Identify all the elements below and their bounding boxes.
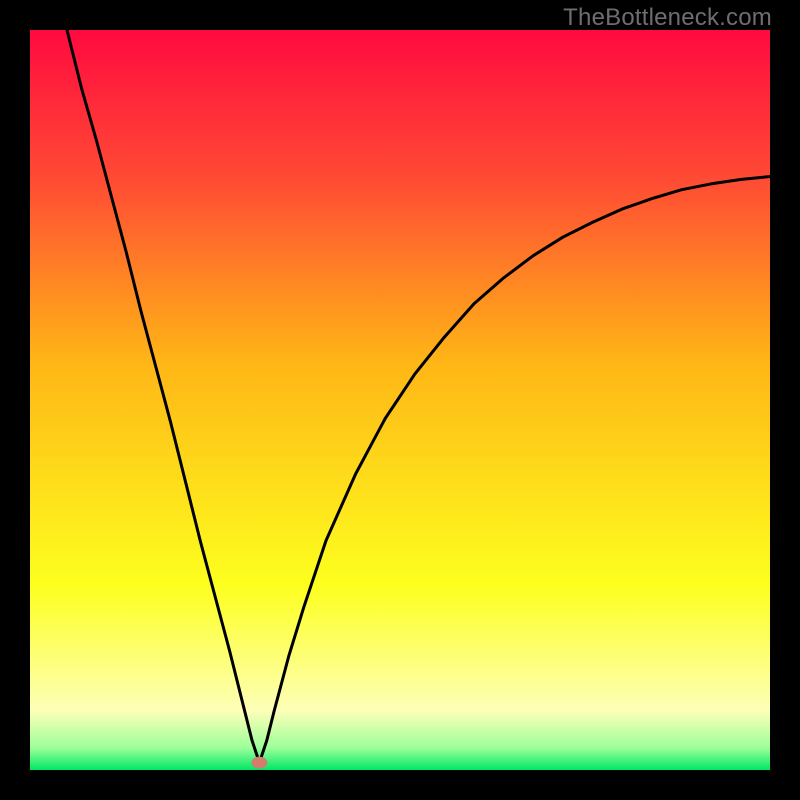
- chart-svg: [30, 30, 770, 770]
- chart-container: TheBottleneck.com: [0, 0, 800, 800]
- plot-area: [30, 30, 770, 770]
- marker-dot: [251, 757, 267, 769]
- watermark-text: TheBottleneck.com: [563, 4, 772, 32]
- gradient-background: [30, 30, 770, 770]
